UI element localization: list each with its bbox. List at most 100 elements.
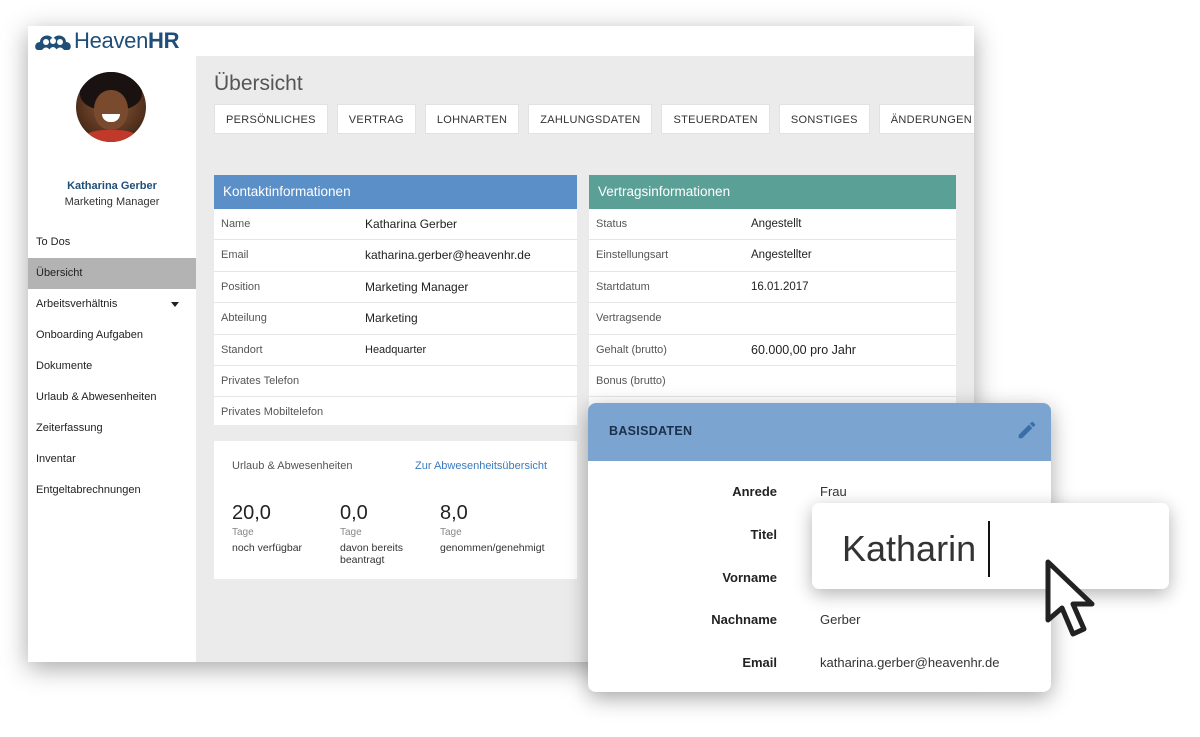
field-label: Gehalt (brutto): [596, 343, 667, 356]
pencil-icon[interactable]: [1016, 419, 1038, 441]
stat-unit: Tage: [340, 527, 362, 538]
field-label: Status: [596, 218, 628, 230]
sidebar-item-inventar[interactable]: Inventar: [28, 444, 196, 475]
tab-steuerdaten[interactable]: STEUERDATEN: [661, 104, 770, 134]
card-title: Kontaktinformationen: [214, 175, 577, 209]
sidebar-item-zeiterfassung[interactable]: Zeiterfassung: [28, 413, 196, 444]
sidebar-item-arbeitsverhaeltnis[interactable]: Arbeitsverhältnis: [28, 289, 196, 320]
field-value[interactable]: Frau: [820, 484, 847, 499]
field-label: Titel: [750, 527, 778, 542]
tab-bar: PERSÖNLICHES VERTRAG LOHNARTEN ZAHLUNGSD…: [214, 104, 974, 134]
sidebar-item-todos[interactable]: To Dos: [28, 227, 196, 258]
field-value: katharina.gerber@heavenhr.de: [365, 248, 531, 263]
sidebar-item-onboarding[interactable]: Onboarding Aufgaben: [28, 320, 196, 351]
sidebar-item-entgelt[interactable]: Entgeltabrechnungen: [28, 475, 196, 506]
tab-vertrag[interactable]: VERTRAG: [336, 104, 416, 134]
table-row: Standort Headquarter: [214, 335, 577, 366]
sidebar: Katharina Gerber Marketing Manager To Do…: [28, 56, 196, 662]
first-name-input[interactable]: Katharin: [812, 503, 1169, 589]
table-row: Privates Mobiltelefon: [214, 397, 577, 427]
tab-sonstiges[interactable]: SONSTIGES: [778, 104, 870, 134]
sidebar-item-urlaub[interactable]: Urlaub & Abwesenheiten: [28, 382, 196, 413]
table-row: Privates Telefon: [214, 366, 577, 398]
sidebar-item-label: Arbeitsverhältnis: [36, 298, 118, 310]
table-row: Startdatum 16.01.2017: [589, 272, 956, 304]
stat-desc: noch verfügbar: [232, 542, 303, 554]
table-row: Status Angestellt: [589, 209, 956, 241]
user-name[interactable]: Katharina Gerber: [28, 180, 196, 192]
tab-zahlungsdaten[interactable]: ZAHLUNGSDATEN: [528, 104, 653, 134]
field-label: Vorname: [722, 570, 777, 585]
mouse-pointer-icon: [1045, 559, 1095, 637]
user-role: Marketing Manager: [64, 196, 160, 208]
basisdaten-header: BASISDATEN: [588, 403, 1051, 461]
field-value: 16.01.2017: [751, 280, 809, 293]
top-bar: HeavenHR: [28, 26, 974, 56]
tab-lohnarten[interactable]: LOHNARTEN: [424, 104, 520, 134]
field-value: Marketing Manager: [365, 279, 469, 294]
stat-desc: genommen/genehmigt: [440, 542, 545, 554]
brand-name: HeavenHR: [74, 28, 180, 53]
tab-persoenliches[interactable]: PERSÖNLICHES: [214, 104, 328, 134]
field-label: Email: [221, 249, 249, 262]
field-label: Bonus (brutto): [596, 374, 666, 387]
field-label: Startdatum: [596, 280, 650, 293]
card-title: Vertragsinformationen: [589, 175, 956, 209]
field-value[interactable]: Gerber: [820, 612, 860, 627]
field-label: Name: [221, 218, 251, 230]
basis-row-nachname: Nachname Gerber: [588, 612, 1051, 636]
field-value: Marketing: [365, 311, 418, 326]
field-value: Angestellter: [751, 249, 812, 262]
absence-card: Urlaub & Abwesenheiten Zur Abwesenheitsü…: [214, 441, 577, 579]
brand-logo[interactable]: HeavenHR: [34, 28, 180, 54]
field-value[interactable]: katharina.gerber@heavenhr.de: [820, 655, 999, 670]
table-row: Name Katharina Gerber: [214, 209, 577, 241]
field-label: Vertragsende: [596, 312, 662, 325]
absence-overview-link[interactable]: Zur Abwesenheitsübersicht: [415, 460, 547, 472]
field-value: 60.000,00 pro Jahr: [751, 342, 856, 357]
table-row: Position Marketing Manager: [214, 272, 577, 304]
table-row: Gehalt (brutto) 60.000,00 pro Jahr: [589, 335, 956, 366]
tab-aenderungen[interactable]: ÄNDERUNGEN: [878, 104, 974, 134]
stat-unit: Tage: [440, 527, 462, 538]
table-row: Bonus (brutto): [589, 366, 956, 398]
table-row: Email katharina.gerber@heavenhr.de: [214, 240, 577, 272]
avatar[interactable]: [76, 72, 146, 142]
page-title: Übersicht: [214, 72, 303, 95]
first-name-input-value: Katharin: [842, 528, 977, 569]
stat-value: 20,0: [232, 502, 271, 524]
field-value: Katharina Gerber: [365, 217, 458, 231]
table-row: Abteilung Marketing: [214, 303, 577, 335]
field-label: Privates Telefon: [221, 374, 300, 387]
field-label: Position: [221, 280, 261, 293]
stat-desc: davon bereits beantragt: [340, 542, 404, 566]
contact-info-card: Kontaktinformationen Name Katharina Gerbe…: [214, 175, 577, 425]
stat-value: 0,0: [340, 502, 368, 524]
field-label: Anrede: [732, 484, 777, 499]
field-label: Einstellungsart: [596, 249, 669, 262]
stat-taken: 8,0 Tage genommen/genehmigt: [440, 502, 544, 554]
chevron-down-icon[interactable]: [171, 302, 179, 307]
table-row: Einstellungsart Angestellter: [589, 240, 956, 272]
field-value: Angestellt: [751, 218, 802, 230]
stat-value: 8,0: [440, 502, 468, 524]
field-label: Standort: [221, 343, 263, 356]
stat-unit: Tage: [232, 527, 254, 538]
text-caret: [988, 521, 990, 577]
field-label: Abteilung: [221, 312, 267, 325]
heavenhr-logo-icon: [35, 35, 71, 50]
table-row: Vertragsende: [589, 303, 956, 335]
field-label: Nachname: [711, 612, 777, 627]
stat-available: 20,0 Tage noch verfügbar: [232, 502, 302, 554]
sidebar-item-dokumente[interactable]: Dokumente: [28, 351, 196, 382]
field-label: Privates Mobiltelefon: [221, 406, 324, 419]
sidebar-nav: To Dos Übersicht Arbeitsverhältnis Onboa…: [28, 227, 196, 506]
basisdaten-title: BASISDATEN: [609, 424, 693, 438]
field-label: Email: [742, 655, 777, 670]
field-value: Headquarter: [365, 343, 427, 356]
absence-card-title: Urlaub & Abwesenheiten: [232, 460, 353, 472]
contract-info-card: Vertragsinformationen Status Angestellt E…: [589, 175, 956, 425]
sidebar-item-uebersicht[interactable]: Übersicht: [28, 258, 196, 289]
basis-row-email: Email katharina.gerber@heavenhr.de: [588, 655, 1051, 679]
stat-requested: 0,0 Tage davon bereits beantragt: [340, 502, 420, 566]
